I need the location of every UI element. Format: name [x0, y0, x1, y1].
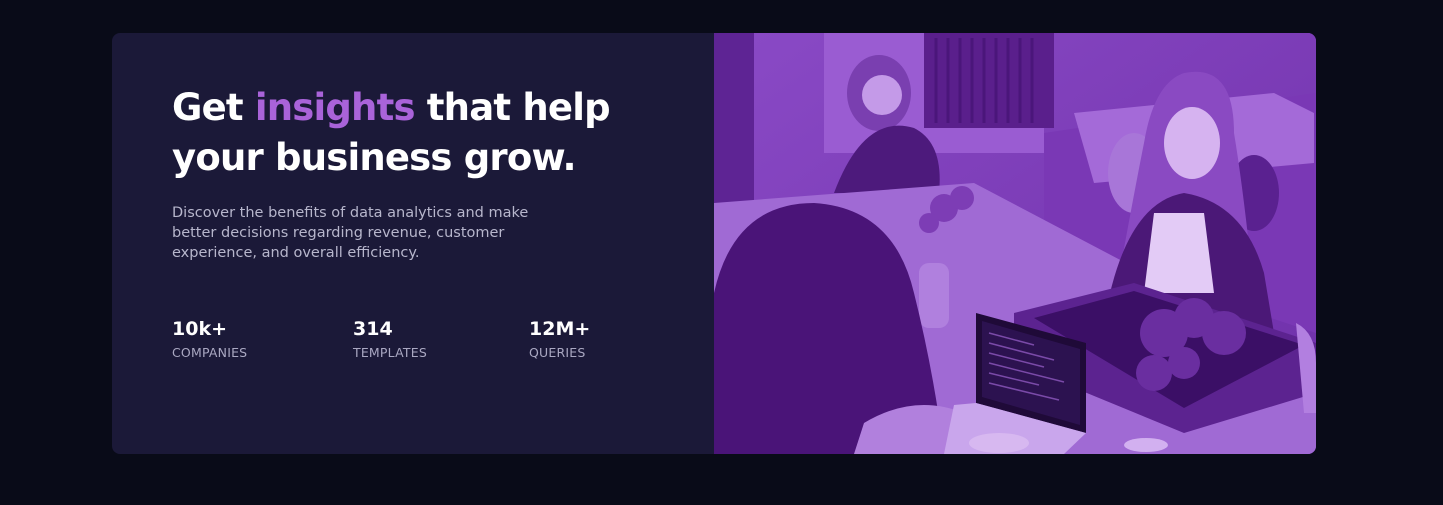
hero-headline: Get insights that help your business gro…: [172, 83, 642, 183]
hero-card: Get insights that help your business gro…: [112, 33, 1316, 454]
stat-queries: 12M+ QUERIES: [529, 317, 590, 361]
stats-row: 10k+ COMPANIES 314 TEMPLATES 12M+ QUERIE…: [172, 317, 652, 367]
hero-description: Discover the benefits of data analytics …: [172, 205, 529, 261]
office-team-photo: [714, 33, 1316, 454]
stat-value: 12M+: [529, 318, 591, 340]
hero-image-panel: [714, 33, 1316, 454]
headline-accent: insights: [254, 86, 416, 129]
hero-text-panel: Get insights that help your business gro…: [112, 33, 714, 454]
stat-templates: 314 TEMPLATES: [353, 317, 427, 361]
stat-companies: 10k+ COMPANIES: [172, 317, 247, 361]
stat-value: 10k+: [172, 318, 227, 340]
stat-label: TEMPLATES: [353, 345, 427, 360]
stat-label: COMPANIES: [172, 345, 248, 360]
stat-label: QUERIES: [529, 345, 586, 360]
headline-before: Get: [172, 86, 255, 129]
stat-value: 314: [353, 318, 393, 340]
